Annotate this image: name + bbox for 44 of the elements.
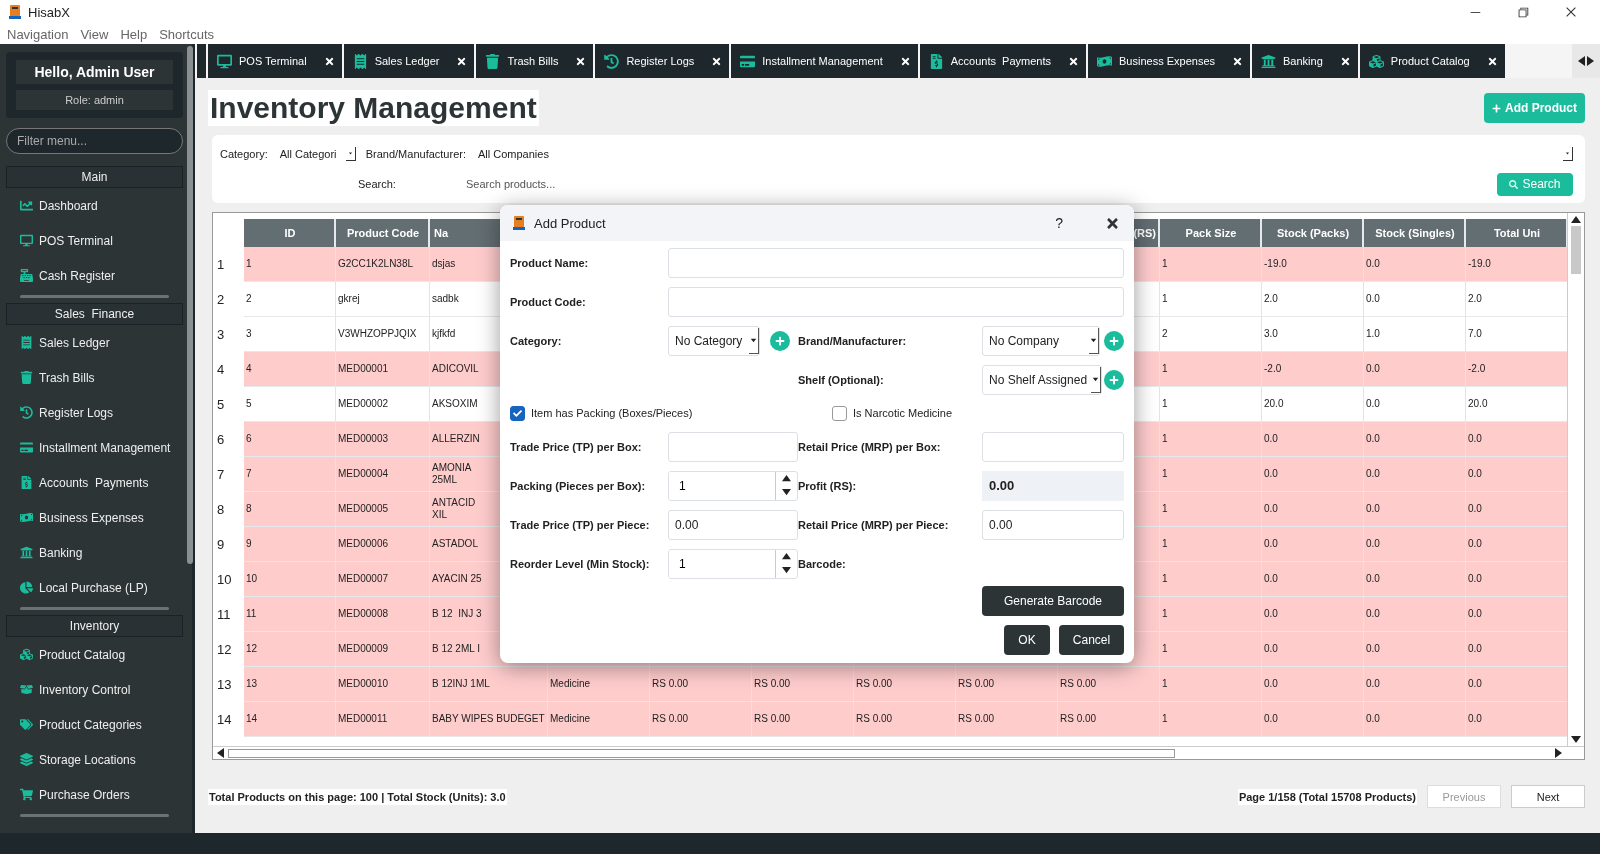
page-title: Inventory Management: [208, 90, 539, 126]
table-cell: 0.0: [1262, 702, 1364, 737]
checkbox-label: Is Narcotic Medicine: [853, 407, 953, 419]
field-label: Retail Price (MRP) per Piece:: [798, 518, 950, 531]
table-cell: 0.0: [1466, 702, 1567, 737]
row-number: 6: [213, 422, 244, 457]
table-cell: Medicine: [548, 702, 650, 737]
table-cell: RS 0.00: [956, 702, 1058, 737]
field-label: Barcode:: [798, 557, 847, 570]
table-cell: 1: [1160, 702, 1262, 737]
row-number: 12: [213, 632, 244, 667]
field-label: Search:: [358, 178, 397, 190]
table-cell: 14: [244, 702, 336, 737]
row-number: 8: [213, 492, 244, 527]
greeting: Hello, Admin User: [16, 60, 173, 84]
table-cell: RS 0.00: [752, 702, 854, 737]
row-number: 13: [213, 667, 244, 702]
table-cell: 0.0: [1364, 702, 1466, 737]
field-label: Brand/Manufacturer:: [365, 148, 466, 160]
section-header: Sales Finance: [6, 303, 183, 325]
row-number: 14: [213, 702, 244, 737]
window-title: HisabX: [28, 4, 70, 20]
role-label: Role: admin: [16, 90, 173, 110]
row-number: 7: [213, 457, 244, 492]
row-number: 11: [213, 597, 244, 632]
field-label: Profit (RS):: [798, 479, 858, 492]
table-cell: RS 0.00: [854, 702, 956, 737]
field-label: Brand/Manufacturer:: [798, 334, 908, 347]
profit-value: 0.00: [982, 470, 1124, 501]
summary-text: Total Products on this page: 100 | Total Stock (Units): 3.0: [208, 788, 507, 805]
field-label: Retail Price (MRP) per Box:: [798, 440, 942, 453]
field-label: Shelf (Optional):: [798, 373, 885, 386]
section-header: Main: [6, 166, 183, 188]
table-cell: BABY WIPES BUDEGET: [430, 702, 548, 737]
page-info: Page 1/158 (Total 15708 Products): [1237, 788, 1417, 805]
row-number: 9: [213, 527, 244, 562]
table-cell: RS 0.00: [650, 702, 752, 737]
field-label: Category:: [220, 148, 268, 160]
section-header: Inventory: [6, 615, 183, 637]
row-number: 1: [213, 247, 244, 282]
row-number: 4: [213, 352, 244, 387]
row-number: 10: [213, 562, 244, 597]
table-cell: RS 0.00: [1058, 702, 1160, 737]
table-cell: MED00011: [336, 702, 430, 737]
